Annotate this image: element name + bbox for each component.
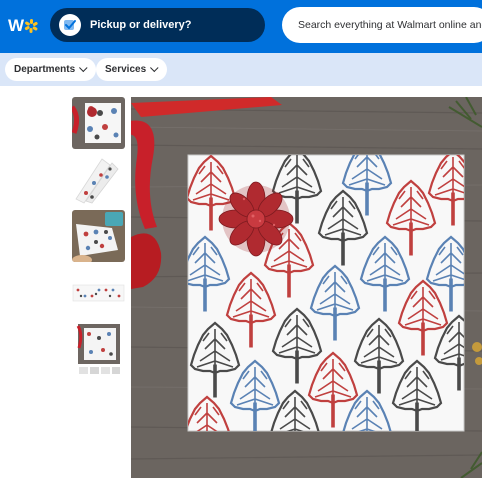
thumbnail-wrapping-in-progress[interactable] — [72, 210, 125, 262]
main-product-image[interactable] — [131, 97, 482, 478]
departments-label: Departments — [14, 64, 76, 75]
chevron-down-icon — [79, 63, 88, 72]
product-page: W Pickup or delivery? Search everything … — [0, 0, 482, 478]
header: W Pickup or delivery? — [0, 0, 482, 53]
thumbnail-paper-rolls[interactable] — [72, 155, 125, 205]
departments-dropdown[interactable]: Departments — [5, 58, 97, 81]
delivery-check-icon — [59, 14, 81, 36]
logo-w: W — [8, 16, 24, 35]
sub-navigation: Departments Services — [0, 53, 482, 86]
walmart-logo[interactable]: W — [8, 12, 38, 40]
services-label: Services — [105, 64, 147, 75]
pickup-delivery-button[interactable]: Pickup or delivery? — [50, 8, 265, 42]
search-bar — [282, 7, 482, 43]
services-dropdown[interactable]: Services — [96, 58, 168, 81]
thumbnail-paper-strip[interactable] — [72, 281, 125, 305]
pickup-label: Pickup or delivery? — [90, 19, 192, 31]
chevron-down-icon — [150, 63, 159, 72]
thumbnail-wrapped-gift[interactable] — [72, 97, 125, 149]
thumbnail-product-collage[interactable] — [75, 322, 123, 376]
walmart-spark-icon — [24, 19, 38, 33]
search-input[interactable] — [282, 7, 482, 43]
